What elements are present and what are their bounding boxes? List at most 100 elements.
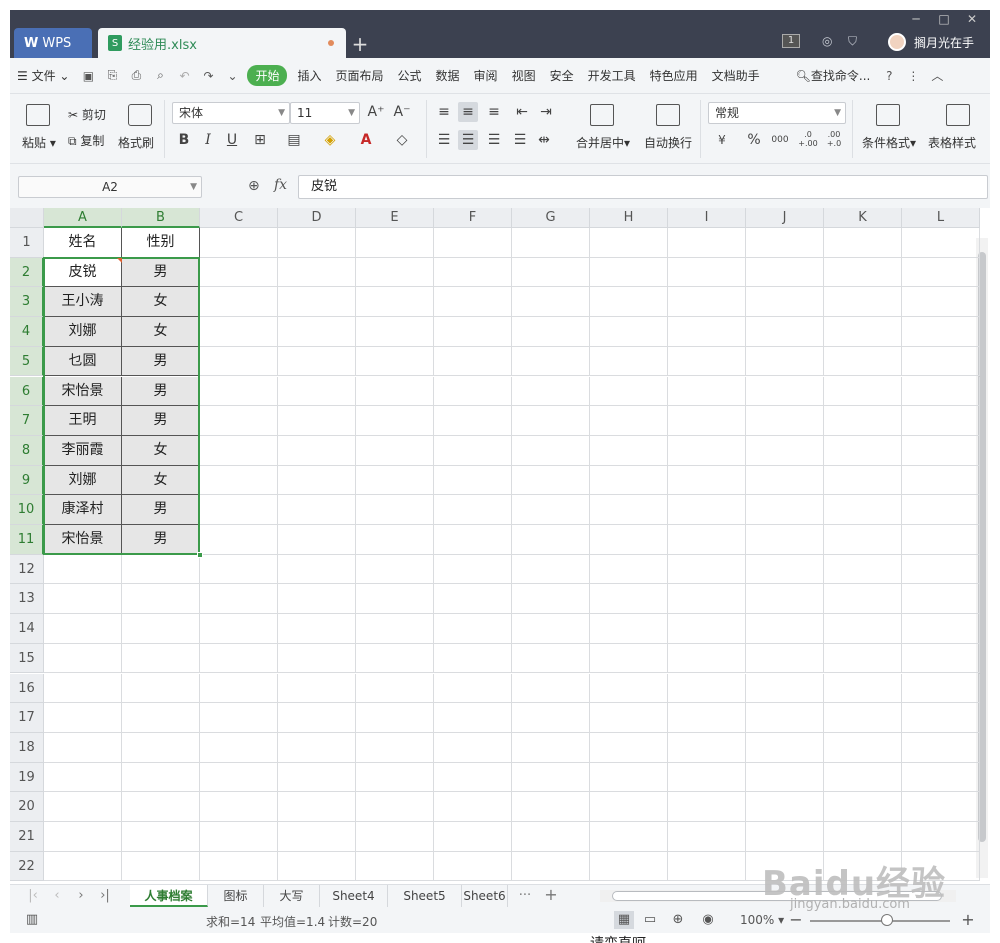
column-header-i[interactable]: I <box>668 208 746 228</box>
quick-access-dropdown-icon[interactable]: ⌄ <box>224 68 240 84</box>
cell-k7[interactable] <box>824 406 902 436</box>
row-header-3[interactable]: 3 <box>10 287 44 318</box>
cell-i4[interactable] <box>668 317 746 347</box>
align-left-icon[interactable]: ☰ <box>434 130 454 150</box>
column-header-c[interactable]: C <box>200 208 278 228</box>
cell-c11[interactable] <box>200 525 278 555</box>
cell-c7[interactable] <box>200 406 278 436</box>
cell-e4[interactable] <box>356 317 434 347</box>
cell-i8[interactable] <box>668 435 746 466</box>
undo-icon[interactable]: ↶ <box>176 68 192 84</box>
cell-g20[interactable] <box>512 792 590 822</box>
cell-h5[interactable] <box>590 346 668 377</box>
shirt-icon[interactable]: ⛉ <box>848 34 857 52</box>
cell-d11[interactable] <box>278 525 356 555</box>
cell-h22[interactable] <box>590 851 668 882</box>
cell-k14[interactable] <box>824 614 902 644</box>
row-header-2[interactable]: 2 <box>10 257 44 288</box>
conditional-format-button[interactable]: 条件格式▾ <box>862 134 916 151</box>
cell-k2[interactable] <box>824 257 902 288</box>
cell-k15[interactable] <box>824 643 902 674</box>
maximize-button[interactable]: □ <box>930 10 958 28</box>
align-center-icon[interactable]: ☰ <box>458 130 478 150</box>
cell-e22[interactable] <box>356 851 434 882</box>
command-search[interactable]: 🔍︎查找命令... <box>789 67 878 84</box>
cell-j8[interactable] <box>746 435 824 466</box>
row-header-1[interactable]: 1 <box>10 228 44 258</box>
cell-b5[interactable]: 男 <box>122 346 200 377</box>
cell-d9[interactable] <box>278 465 356 496</box>
cell-h12[interactable] <box>590 554 668 585</box>
cell-f4[interactable] <box>434 317 512 347</box>
cell-a2[interactable]: 皮锐 <box>44 257 122 288</box>
row-header-9[interactable]: 9 <box>10 465 44 496</box>
row-header-10[interactable]: 10 <box>10 495 44 525</box>
cell-d20[interactable] <box>278 792 356 822</box>
column-header-l[interactable]: L <box>902 208 980 228</box>
cell-c5[interactable] <box>200 346 278 377</box>
cell-b8[interactable]: 女 <box>122 435 200 466</box>
cell-g17[interactable] <box>512 703 590 733</box>
close-button[interactable]: ✕ <box>958 10 986 28</box>
cell-g8[interactable] <box>512 435 590 466</box>
cell-d4[interactable] <box>278 317 356 347</box>
cell-c16[interactable] <box>200 673 278 704</box>
cell-c12[interactable] <box>200 554 278 585</box>
cell-l1[interactable] <box>902 228 980 258</box>
macro-record-icon[interactable]: ▥ <box>22 911 42 929</box>
cell-a8[interactable]: 李丽霞 <box>44 435 122 466</box>
menu-doc-assistant[interactable]: 文档助手 <box>705 67 767 84</box>
font-shrink-icon[interactable]: A⁻ <box>392 102 412 122</box>
cell-i14[interactable] <box>668 614 746 644</box>
zoom-slider[interactable] <box>810 914 950 926</box>
cell-j16[interactable] <box>746 673 824 704</box>
cell-b10[interactable]: 男 <box>122 495 200 525</box>
cell-k1[interactable] <box>824 228 902 258</box>
cell-g12[interactable] <box>512 554 590 585</box>
function-icon[interactable]: fx <box>274 177 287 193</box>
cell-h6[interactable] <box>590 376 668 407</box>
file-menu[interactable]: ☰ 文件 ⌄ <box>10 67 76 84</box>
cell-g16[interactable] <box>512 673 590 704</box>
cell-i20[interactable] <box>668 792 746 822</box>
cell-j11[interactable] <box>746 525 824 555</box>
cell-l15[interactable] <box>902 643 980 674</box>
cell-a14[interactable] <box>44 614 122 644</box>
cell-h8[interactable] <box>590 435 668 466</box>
cell-f13[interactable] <box>434 584 512 615</box>
column-header-a[interactable]: A <box>44 208 122 228</box>
new-tab-button[interactable]: + <box>348 32 372 56</box>
zoom-in-button[interactable]: + <box>958 911 978 929</box>
cell-i22[interactable] <box>668 851 746 882</box>
cell-a10[interactable]: 康泽村 <box>44 495 122 525</box>
cut-button[interactable]: ✂ 剪切 <box>68 106 106 123</box>
cell-b1[interactable]: 性别 <box>122 228 200 258</box>
cell-j21[interactable] <box>746 822 824 852</box>
cell-a3[interactable]: 王小涛 <box>44 287 122 318</box>
zoom-slider-knob[interactable] <box>881 914 894 926</box>
thousands-separator-icon[interactable]: 000 <box>770 130 790 150</box>
wrap-text-button[interactable]: 自动换行 <box>644 134 692 151</box>
print-preview-icon[interactable]: ⌕ <box>152 68 168 84</box>
row-header-17[interactable]: 17 <box>10 703 44 733</box>
cell-h19[interactable] <box>590 762 668 793</box>
zoom-level[interactable]: 100% ▾ <box>740 913 784 927</box>
cell-i9[interactable] <box>668 465 746 496</box>
cell-d18[interactable] <box>278 732 356 763</box>
cell-e14[interactable] <box>356 614 434 644</box>
cell-d10[interactable] <box>278 495 356 525</box>
cell-j5[interactable] <box>746 346 824 377</box>
cell-g14[interactable] <box>512 614 590 644</box>
cell-f2[interactable] <box>434 257 512 288</box>
cell-i1[interactable] <box>668 228 746 258</box>
cell-i12[interactable] <box>668 554 746 585</box>
help-icon[interactable]: ? <box>881 68 897 84</box>
cell-g22[interactable] <box>512 851 590 882</box>
cell-a12[interactable] <box>44 554 122 585</box>
cell-i2[interactable] <box>668 257 746 288</box>
cell-c13[interactable] <box>200 584 278 615</box>
cell-l4[interactable] <box>902 317 980 347</box>
conditional-format-icon[interactable] <box>876 104 900 126</box>
cell-g7[interactable] <box>512 406 590 436</box>
skin-icon[interactable]: ◎ <box>822 34 832 52</box>
